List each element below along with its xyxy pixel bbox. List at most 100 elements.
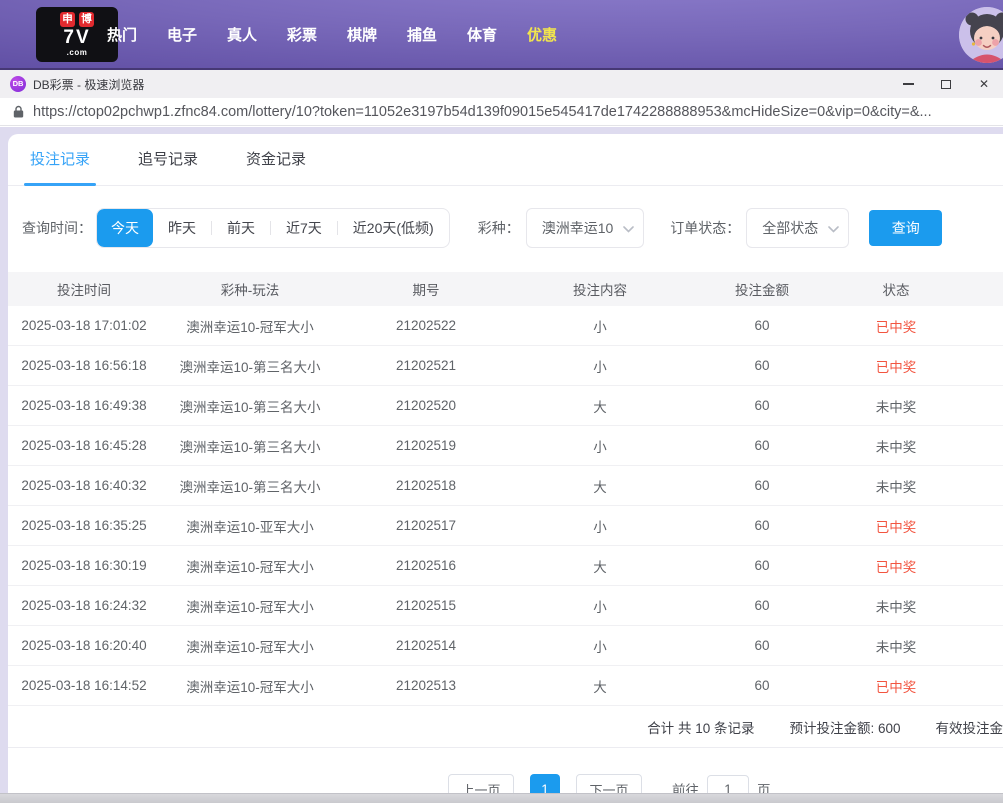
nav-item-live[interactable]: 真人: [212, 24, 272, 45]
summary-valid-amount: 有效投注金: [935, 720, 1003, 736]
table-row: 2025-03-18 16:56:18 澳洲幸运10-第三名大小 21202521 小…: [8, 346, 1003, 386]
column-header-status: 状态: [882, 283, 910, 298]
status-select-value: 全部状态: [762, 220, 819, 236]
table-body: 2025-03-18 17:01:02 澳洲幸运10-冠军大小 21202522 小 6…: [8, 306, 1003, 706]
cell-time: 2025-03-18 16:24:32: [21, 598, 147, 613]
minimize-icon: [902, 83, 914, 85]
cell-amount: 60: [754, 318, 770, 333]
cell-content: 小: [593, 319, 607, 335]
summary-total: 合计 共 10 条记录: [647, 720, 755, 736]
time-filter-label: 查询时间：: [22, 220, 92, 236]
cell-status: 已中奖: [875, 319, 917, 335]
cell-amount: 60: [754, 678, 770, 693]
browser-titlebar: DB DB彩票 - 极速浏览器 ✕: [0, 70, 1003, 98]
maximize-icon: [941, 79, 951, 89]
lottery-filter-label: 彩种：: [477, 220, 520, 236]
chevron-down-icon: [623, 226, 635, 233]
main-nav: 热门 电子 真人 彩票 棋牌 捕鱼 体育 优惠: [92, 0, 572, 68]
nav-item-hot[interactable]: 热门: [92, 24, 152, 45]
query-button[interactable]: 查询: [869, 210, 943, 246]
cell-status: 未中奖: [875, 439, 917, 455]
cell-status: 未中奖: [875, 599, 917, 615]
table-summary: 合计 共 10 条记录 预计投注金额: 600 有效投注金: [8, 706, 1003, 748]
nav-item-promo[interactable]: 优惠: [512, 24, 572, 45]
cell-amount: 60: [754, 478, 770, 493]
time-option-today[interactable]: 今天: [97, 209, 153, 247]
cell-play: 澳洲幸运10-亚军大小: [186, 519, 314, 535]
url-text[interactable]: https://ctop02pchwp1.zfnc84.com/lottery/…: [33, 104, 932, 120]
nav-item-lottery[interactable]: 彩票: [272, 24, 332, 45]
nav-item-fishing[interactable]: 捕鱼: [392, 24, 452, 45]
lottery-select[interactable]: 澳洲幸运10: [525, 208, 645, 248]
browser-urlbar[interactable]: https://ctop02pchwp1.zfnc84.com/lottery/…: [0, 98, 1003, 126]
logo-brand-chars: 申 博: [60, 12, 94, 27]
avatar-illustration-icon: [959, 7, 1003, 63]
window-controls: ✕: [889, 70, 1003, 98]
nav-item-chess[interactable]: 棋牌: [332, 24, 392, 45]
cell-amount: 60: [754, 438, 770, 453]
cell-issue: 21202513: [395, 678, 457, 693]
close-button[interactable]: ✕: [965, 70, 1003, 98]
cell-content: 大: [593, 559, 607, 575]
cell-status: 已中奖: [875, 359, 917, 375]
cell-time: 2025-03-18 16:30:19: [21, 558, 147, 573]
cell-issue: 21202522: [395, 318, 457, 333]
cell-play: 澳洲幸运10-第三名大小: [179, 479, 321, 495]
page-background: 投注记录 追号记录 资金记录 查询时间： 今天 昨天 前天 近7天 近20天(低频) 彩种：…: [0, 127, 1003, 803]
cell-issue: 21202516: [395, 558, 457, 573]
minimize-button[interactable]: [889, 70, 927, 98]
tab-fund-records[interactable]: 资金记录: [246, 134, 306, 186]
filter-bar: 查询时间： 今天 昨天 前天 近7天 近20天(低频) 彩种： 澳洲幸运10 订单状态：…: [8, 208, 1003, 248]
column-header-play: 彩种-玩法: [220, 283, 280, 298]
window-title: DB彩票 - 极速浏览器: [33, 77, 145, 92]
cell-amount: 60: [754, 398, 770, 413]
cell-amount: 60: [754, 358, 770, 373]
time-option-last-20-days[interactable]: 近20天(低频): [338, 209, 449, 247]
cell-status: 已中奖: [875, 559, 917, 575]
column-header-content: 投注内容: [573, 283, 627, 298]
cell-amount: 60: [754, 638, 770, 653]
cell-time: 2025-03-18 17:01:02: [21, 318, 147, 333]
cell-content: 小: [593, 599, 607, 615]
summary-expected-amount: 预计投注金额: 600: [789, 720, 901, 736]
cell-status: 未中奖: [875, 479, 917, 495]
status-filter-label: 订单状态：: [670, 220, 741, 236]
cell-time: 2025-03-18 16:56:18: [21, 358, 147, 373]
bet-records-table: 投注时间 彩种-玩法 期号 投注内容 投注金额 状态 2025-03-18 17:01:0…: [8, 272, 1003, 748]
cell-status: 已中奖: [875, 679, 917, 695]
cell-issue: 21202518: [395, 478, 457, 493]
lock-icon: [13, 105, 24, 118]
cell-play: 澳洲幸运10-冠军大小: [186, 319, 314, 335]
cell-issue: 21202517: [395, 518, 457, 533]
user-avatar[interactable]: [959, 7, 1003, 63]
tab-bet-records[interactable]: 投注记录: [23, 134, 97, 186]
table-row: 2025-03-18 16:40:32 澳洲幸运10-第三名大小 21202518 大…: [8, 466, 1003, 506]
time-option-day-before[interactable]: 前天: [212, 209, 270, 247]
time-option-last-7-days[interactable]: 近7天: [271, 209, 337, 247]
cell-play: 澳洲幸运10-第三名大小: [179, 399, 321, 415]
screen: 申 博 7V .com 热门 电子 真人 彩票 棋牌 捕鱼 体育 优惠 DB D…: [0, 0, 1003, 803]
nav-item-sports[interactable]: 体育: [452, 24, 512, 45]
nav-item-slots[interactable]: 电子: [152, 24, 212, 45]
cell-time: 2025-03-18 16:20:40: [21, 638, 147, 653]
column-header-issue: 期号: [412, 283, 440, 298]
table-row: 2025-03-18 16:30:19 澳洲幸运10-冠军大小 21202516 大 6…: [8, 546, 1003, 586]
tab-chase-records[interactable]: 追号记录: [138, 134, 198, 186]
maximize-button[interactable]: [927, 70, 965, 98]
cell-content: 大: [593, 479, 607, 495]
cell-amount: 60: [754, 598, 770, 613]
cell-content: 小: [593, 519, 607, 535]
status-select[interactable]: 全部状态: [746, 208, 850, 248]
cell-content: 大: [593, 399, 607, 415]
logo-suffix-text: .com: [66, 48, 88, 57]
cell-play: 澳洲幸运10-冠军大小: [186, 639, 314, 655]
table-header-row: 投注时间 彩种-玩法 期号 投注内容 投注金额 状态: [8, 272, 1003, 306]
table-row: 2025-03-18 16:14:52 澳洲幸运10-冠军大小 21202513 大 6…: [8, 666, 1003, 706]
table-row: 2025-03-18 16:24:32 澳洲幸运10-冠军大小 21202515 小 6…: [8, 586, 1003, 626]
time-option-yesterday[interactable]: 昨天: [153, 209, 211, 247]
cell-content: 小: [593, 439, 607, 455]
cell-time: 2025-03-18 16:40:32: [21, 478, 147, 493]
table-row: 2025-03-18 16:35:25 澳洲幸运10-亚军大小 21202517 小 6…: [8, 506, 1003, 546]
cell-play: 澳洲幸运10-冠军大小: [186, 559, 314, 575]
cell-issue: 21202521: [395, 358, 457, 373]
